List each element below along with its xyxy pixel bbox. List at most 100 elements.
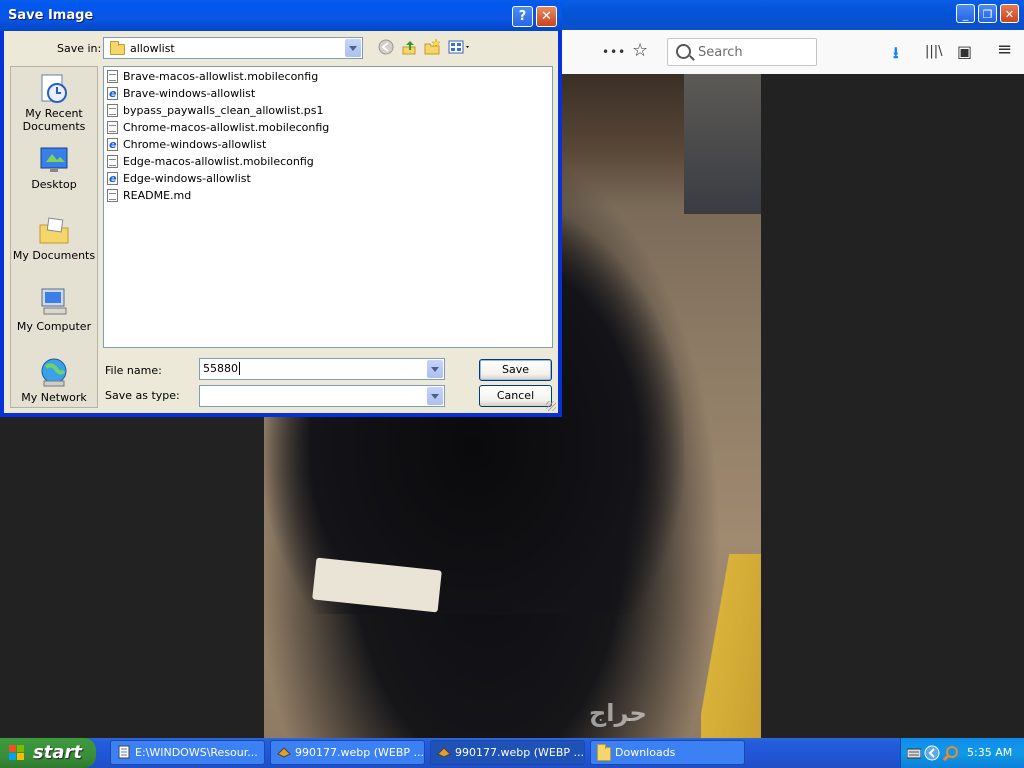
downloads-icon[interactable]: ⭳ [893,42,899,69]
file-item[interactable]: README.md [107,187,191,204]
notepad-icon [118,745,130,759]
search-input[interactable]: Search [667,38,817,66]
page-actions-icon[interactable]: ••• [602,45,626,59]
taskbar-item-webp-2[interactable]: 990177.webp (WEBP ... [430,740,585,765]
taskbar: start E:\WINDOWS\Resour... 990177.webp (… [0,738,1024,768]
collapse-tray-icon[interactable] [924,745,940,761]
file-item[interactable]: Brave-macos-allowlist.mobileconfig [107,68,318,85]
dialog-close-button[interactable]: ✕ [536,6,557,27]
new-folder-icon[interactable] [424,39,440,55]
recent-documents-icon [38,73,70,105]
text-caret [239,362,240,375]
file-name: Edge-windows-allowlist [123,172,251,185]
config-file-icon [107,104,118,117]
system-tray: 5:35 AM [900,738,1024,768]
place-label: Desktop [31,178,77,191]
browser-close-button[interactable]: ✕ [1000,4,1019,23]
save-in-label: Save in: [57,42,102,55]
up-folder-icon[interactable] [401,39,417,55]
view-menu-icon[interactable] [448,39,472,55]
shop-background [684,74,761,214]
chevron-down-icon[interactable] [427,387,443,405]
file-name: bypass_paywalls_clean_allowlist.ps1 [123,104,324,117]
cancel-button[interactable]: Cancel [479,385,552,407]
resize-grip[interactable] [546,401,556,411]
chevron-down-icon[interactable] [427,360,443,378]
folder-icon [110,41,125,55]
start-button[interactable]: start [0,738,96,768]
library-icon[interactable]: |||\ [925,44,943,59]
file-name: Brave-macos-allowlist.mobileconfig [123,70,319,83]
file-item[interactable]: Edge-macos-allowlist.mobileconfig [107,153,314,170]
taskbar-item-downloads[interactable]: Downloads [590,740,745,765]
dialog-titlebar[interactable]: Save Image ? ✕ [0,0,562,31]
windows-logo-icon [9,745,25,761]
place-label: My Recent Documents [22,107,86,133]
my-network-icon [38,357,70,389]
file-item[interactable]: bypass_paywalls_clean_allowlist.ps1 [107,102,324,119]
start-label: start [33,742,82,763]
place-my-network[interactable]: My Network [11,357,97,404]
file-name: Chrome-windows-allowlist [123,138,267,151]
keyboard-icon[interactable] [907,747,921,759]
save-in-combo[interactable]: allowlist [103,37,363,59]
place-my-computer[interactable]: My Computer [11,286,97,333]
places-bar: My Recent Documents Desktop My Documents… [10,66,98,408]
file-name: Chrome-macos-allowlist.mobileconfig [123,121,330,134]
place-my-documents[interactable]: My Documents [11,215,97,262]
dialog-title: Save Image [8,8,94,23]
dialog-body: Save in: allowlist My Recent Documents D… [4,31,558,413]
config-file-icon [107,189,118,202]
config-file-icon [107,121,118,134]
ie-file-icon [107,85,118,102]
ie-file-icon [107,170,118,187]
taskbar-item-explorer[interactable]: E:\WINDOWS\Resour... [110,740,265,765]
taskbar-item-label: E:\WINDOWS\Resour... [135,746,258,759]
save-as-type-label: Save as type: [105,389,180,402]
search-tray-icon[interactable] [943,745,959,761]
help-button[interactable]: ? [512,6,533,27]
save-as-type-dropdown[interactable] [426,386,444,406]
save-image-dialog: Save Image ? ✕ Save in: allowlist My Rec… [0,0,562,417]
place-my-recent-documents[interactable]: My Recent Documents [11,73,97,133]
taskbar-item-webp-1[interactable]: 990177.webp (WEBP ... [270,740,425,765]
save-button[interactable]: Save [479,359,552,381]
file-name-label: File name: [105,364,162,377]
ie-file-icon [107,136,118,153]
file-name: Edge-macos-allowlist.mobileconfig [123,155,314,168]
config-file-icon [107,70,118,83]
curb-stripe [701,554,761,738]
file-name-value: 55880 [203,362,238,375]
file-name: README.md [123,189,192,202]
back-icon[interactable] [378,39,394,55]
place-label: My Computer [16,320,92,333]
image-viewer-icon [277,747,291,758]
save-as-type-combo[interactable] [199,385,445,407]
restore-button[interactable]: ❐ [978,4,997,23]
minimize-button[interactable]: _ [956,4,975,23]
sidebar-icon[interactable]: ▣ [957,42,972,61]
config-file-icon [107,155,118,168]
file-list[interactable]: Brave-macos-allowlist.mobileconfig Brave… [103,66,553,348]
save-in-value: allowlist [130,42,175,55]
file-item[interactable]: Chrome-macos-allowlist.mobileconfig [107,119,329,136]
image-viewer-icon [437,747,451,758]
place-desktop[interactable]: Desktop [11,144,97,191]
place-label: My Documents [12,249,96,262]
clock: 5:35 AM [967,746,1013,759]
bookmark-star-icon[interactable]: ☆ [632,40,648,61]
menu-icon[interactable]: ≡ [997,39,1012,60]
place-label: My Network [21,391,87,404]
file-item[interactable]: Edge-windows-allowlist [107,170,251,187]
file-item[interactable]: Chrome-windows-allowlist [107,136,266,153]
my-computer-icon [38,286,70,318]
file-item[interactable]: Brave-windows-allowlist [107,85,255,102]
taskbar-item-label: 990177.webp (WEBP ... [455,746,584,759]
my-documents-icon [38,215,70,247]
chevron-down-icon[interactable] [345,39,361,57]
file-name: Brave-windows-allowlist [123,87,256,100]
file-name-dropdown[interactable] [426,359,444,379]
desktop-icon [38,144,70,176]
file-name-input[interactable]: 55880 [199,358,445,380]
search-placeholder: Search [698,45,743,60]
